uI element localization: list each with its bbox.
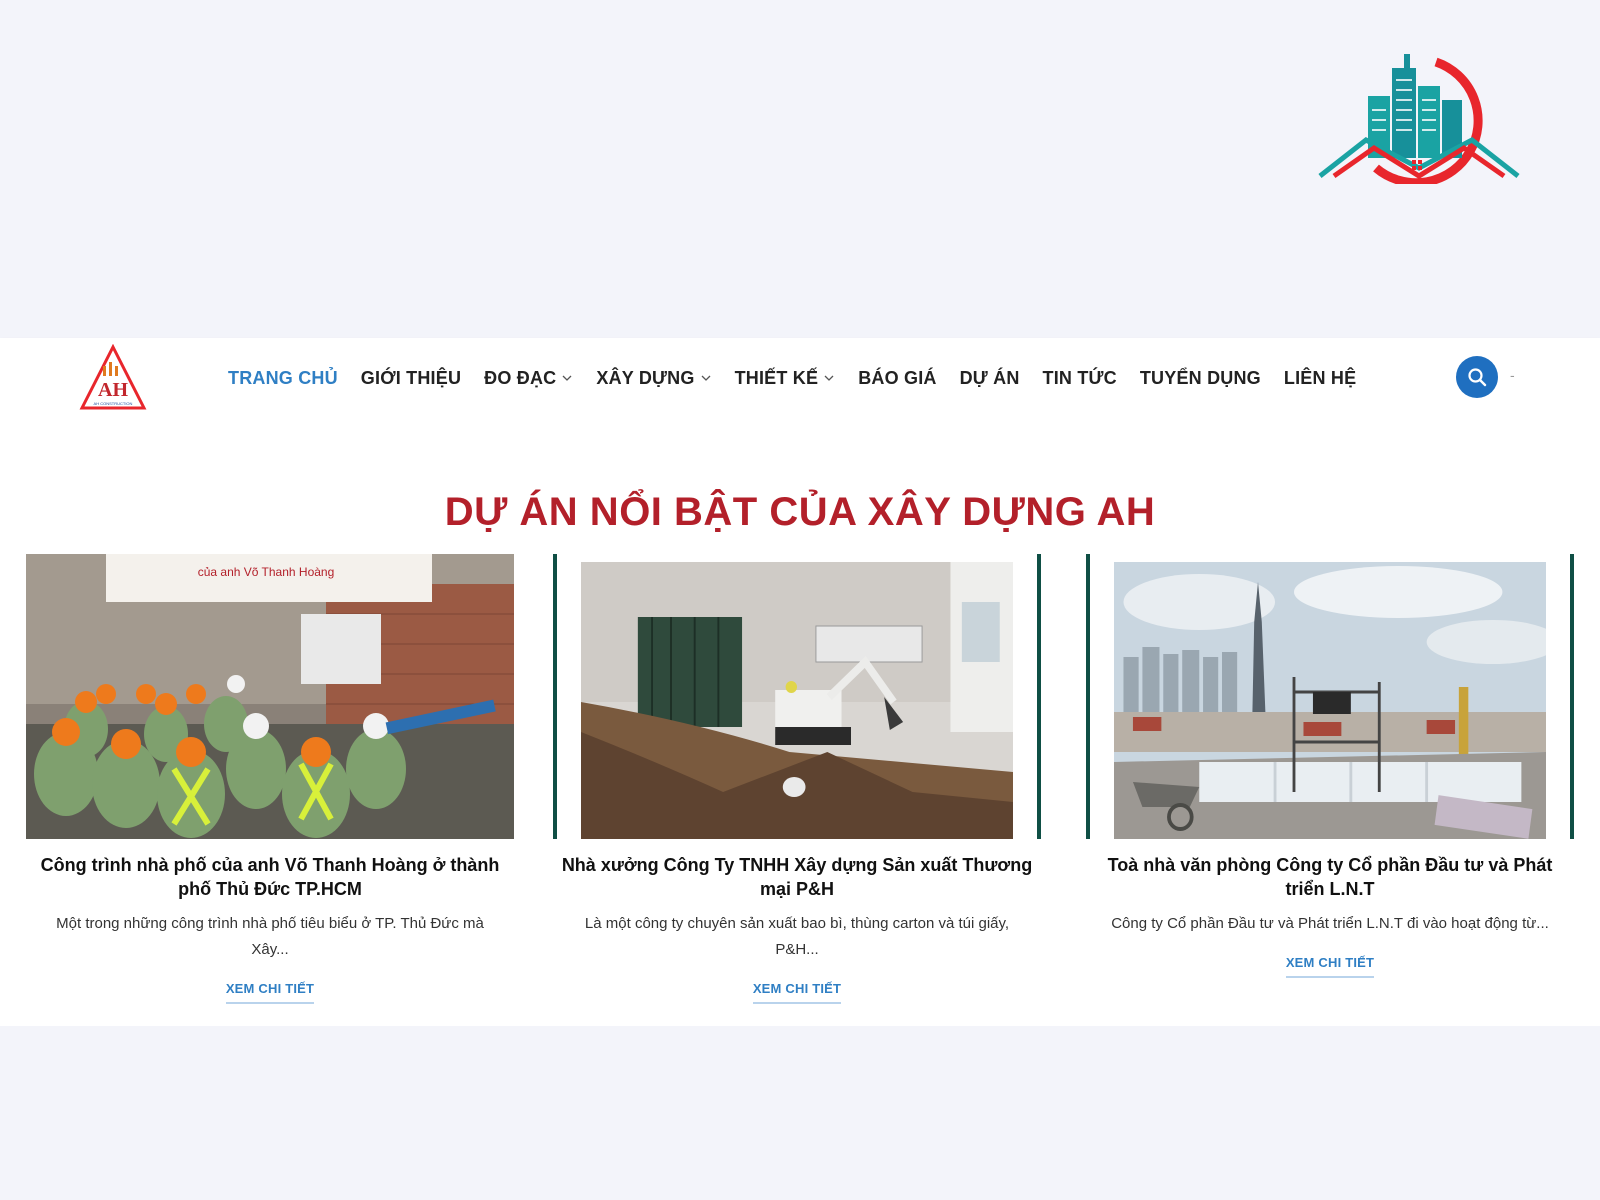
- nav-item-label: TUYỂN DỤNG: [1139, 367, 1261, 388]
- nav-item-label: TIN TỨC: [1042, 367, 1117, 388]
- project-card: của anh Võ Thanh Hoàng Công trình nhà ph…: [26, 554, 514, 1004]
- nav-item-do-dac[interactable]: ĐO ĐẠC: [484, 368, 573, 389]
- project-description: Một trong những công trình nhà phố tiêu …: [56, 915, 484, 958]
- nav-item-trang-chu[interactable]: TRANG CHỦ: [228, 368, 338, 389]
- svg-text:AH: AH: [98, 379, 128, 401]
- project-image[interactable]: [1086, 554, 1574, 839]
- chevron-down-icon: [824, 375, 834, 381]
- nav-item-label: GIỚI THIỆU: [360, 367, 462, 388]
- project-photo-workers: của anh Võ Thanh Hoàng: [26, 554, 514, 839]
- nav-trailing-dash: -: [1510, 367, 1515, 383]
- nav-item-label: DỰ ÁN: [959, 367, 1020, 388]
- nav-item-bao-gia[interactable]: BÁO GIÁ: [858, 368, 936, 389]
- project-image[interactable]: [553, 554, 1041, 839]
- view-details-link[interactable]: XEM CHI TIẾT: [1285, 955, 1375, 978]
- nav-item-du-an[interactable]: DỰ ÁN: [960, 368, 1020, 389]
- project-photo-excavator: [581, 562, 1013, 839]
- project-description: Công ty Cổ phần Đầu tư và Phát triển L.N…: [1111, 915, 1549, 932]
- section-title: DỰ ÁN NỔI BẬT CỦA XÂY DỰNG AH: [444, 490, 1156, 534]
- nav-item-label: TRANG CHỦ: [228, 367, 338, 388]
- nav-item-tuyen-dung[interactable]: TUYỂN DỤNG: [1140, 368, 1261, 389]
- ah-construction-logo[interactable]: AH AH CONSTRUCTION: [79, 343, 147, 412]
- view-details-link[interactable]: XEM CHI TIẾT: [752, 981, 842, 1004]
- search-icon: [1468, 368, 1487, 387]
- brand-logo: [1316, 48, 1522, 188]
- project-title[interactable]: Toà nhà văn phòng Công ty Cổ phần Đầu tư…: [1086, 853, 1574, 901]
- building-skyline-logo-icon: [1318, 54, 1520, 188]
- nav-menu: TRANG CHỦ GIỚI THIỆU ĐO ĐẠC XÂY DỰNG THI…: [228, 338, 1379, 418]
- featured-projects-section: DỰ ÁN NỔI BẬT CỦA XÂY DỰNG AH của anh Võ…: [0, 418, 1600, 1026]
- main-navbar: AH AH CONSTRUCTION TRANG CHỦ GIỚI THIỆU …: [0, 338, 1600, 418]
- project-card: Nhà xưởng Công Ty TNHH Xây dựng Sản xuất…: [553, 554, 1041, 1004]
- nav-item-label: BÁO GIÁ: [858, 367, 937, 388]
- nav-item-label: THIẾT KẾ: [734, 367, 819, 388]
- nav-item-lien-he[interactable]: LIÊN HỆ: [1284, 368, 1356, 389]
- search-button[interactable]: [1456, 356, 1498, 398]
- project-card: Toà nhà văn phòng Công ty Cổ phần Đầu tư…: [1086, 554, 1574, 978]
- nav-item-thiet-ke[interactable]: THIẾT KẾ: [735, 368, 836, 389]
- nav-item-label: LIÊN HỆ: [1283, 367, 1357, 388]
- project-title[interactable]: Công trình nhà phố của anh Võ Thanh Hoàn…: [26, 853, 514, 901]
- project-description: Là một công ty chuyên sản xuất bao bì, t…: [584, 915, 1010, 958]
- ah-construction-logo-icon: AH AH CONSTRUCTION: [79, 343, 147, 410]
- nav-item-label: ĐO ĐẠC: [484, 367, 557, 388]
- project-image[interactable]: của anh Võ Thanh Hoàng: [26, 554, 514, 839]
- nav-item-label: XÂY DỰNG: [596, 367, 695, 388]
- nav-item-xay-dung[interactable]: XÂY DỰNG: [596, 368, 711, 389]
- nav-item-tin-tuc[interactable]: TIN TỨC: [1043, 368, 1117, 389]
- project-title[interactable]: Nhà xưởng Công Ty TNHH Xây dựng Sản xuất…: [553, 853, 1041, 901]
- photo-caption: của anh Võ Thanh Hoàng: [198, 565, 335, 579]
- chevron-down-icon: [562, 375, 572, 381]
- project-photo-rooftop: [1114, 562, 1546, 839]
- view-details-link[interactable]: XEM CHI TIẾT: [225, 981, 315, 1004]
- svg-text:AH CONSTRUCTION: AH CONSTRUCTION: [94, 401, 133, 406]
- nav-item-gioi-thieu[interactable]: GIỚI THIỆU: [361, 368, 461, 389]
- chevron-down-icon: [701, 375, 711, 381]
